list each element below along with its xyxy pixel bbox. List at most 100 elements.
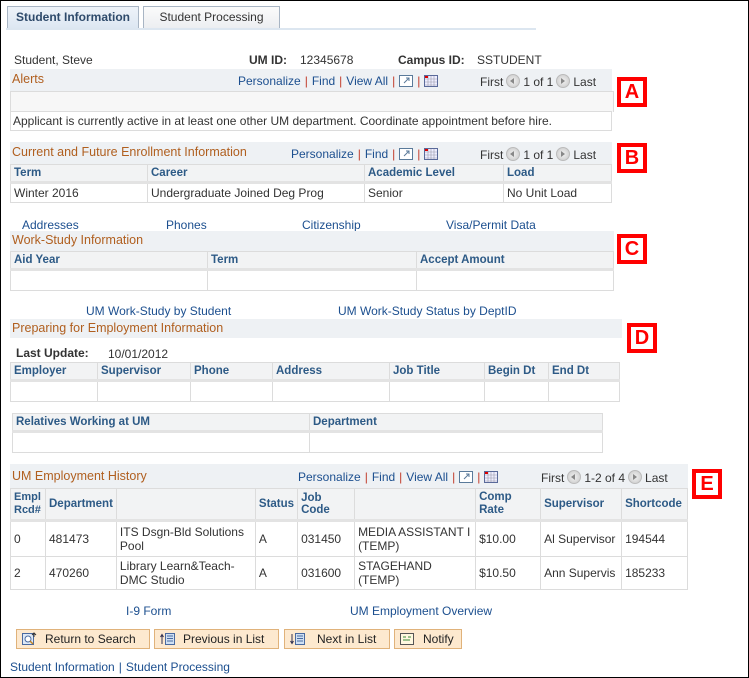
um-id-label: UM ID: — [249, 53, 287, 67]
previous-in-list-button[interactable]: Previous in List — [154, 629, 279, 649]
addresses-link[interactable]: Addresses — [22, 218, 79, 232]
next-row-icon[interactable] — [556, 147, 571, 161]
campus-id-label: Campus ID: — [398, 53, 465, 67]
cell-comp-rate: $10.00 — [475, 520, 542, 557]
um-id-value: 12345678 — [300, 53, 354, 67]
column-header: Term — [10, 164, 148, 184]
first-label: First — [480, 75, 504, 89]
personalize-link[interactable]: Personalize — [298, 470, 361, 484]
find-link[interactable]: Find — [372, 470, 395, 484]
alerts-empty-row — [10, 91, 614, 112]
column-header: Comp Rate — [475, 488, 542, 522]
table-row — [10, 380, 620, 402]
alerts-grid-toolbar: Personalize | Find | View All | | — [238, 74, 439, 90]
employment-history-table: Empl Rcd# Department Status Job Code Com… — [10, 488, 688, 590]
column-header: Shortcode — [621, 488, 688, 522]
column-header: Address — [272, 362, 390, 382]
last-label: Last — [573, 148, 597, 162]
personalize-link[interactable]: Personalize — [238, 74, 301, 88]
next-list-icon — [290, 632, 305, 646]
cell-status: A — [254, 556, 299, 590]
column-header: Phone — [190, 362, 273, 382]
empty-cell — [309, 431, 603, 453]
notify-icon — [400, 632, 415, 646]
um-employment-overview-link[interactable]: UM Employment Overview — [350, 604, 492, 618]
column-header: Department — [309, 413, 603, 433]
column-header: Aid Year — [10, 251, 208, 271]
column-header — [115, 488, 256, 522]
employment-history-grid-toolbar: Personalize | Find | View All | | — [298, 470, 499, 486]
enrollment-title: Current and Future Enrollment Informatio… — [12, 145, 247, 159]
column-header: Job Code — [297, 488, 356, 522]
column-header: Employer — [10, 362, 98, 382]
cell-comp-rate: $10.50 — [475, 556, 542, 590]
table-row: Winter 2016 Undergraduate Joined Deg Pro… — [10, 182, 612, 203]
visa-permit-data-link[interactable]: Visa/Permit Data — [446, 218, 536, 232]
personalize-link[interactable]: Personalize — [291, 147, 354, 161]
alert-message: Applicant is currently active in at leas… — [10, 111, 612, 131]
alerts-pager: First 1 of 1 Last — [480, 74, 596, 89]
download-spreadsheet-icon[interactable] — [484, 471, 499, 486]
citizenship-link[interactable]: Citizenship — [302, 218, 361, 232]
find-link[interactable]: Find — [312, 74, 335, 88]
employment-history-header: UM Employment History Personalize | Find | V… — [10, 464, 688, 488]
footer-student-information-link[interactable]: Student Information — [10, 660, 115, 674]
column-header: Load — [503, 164, 612, 184]
next-in-list-button[interactable]: Next in List — [284, 629, 390, 649]
empty-cell — [389, 380, 485, 402]
employment-history-title: UM Employment History — [12, 469, 147, 483]
cell-job-title: STAGEHAND (TEMP) — [354, 556, 477, 590]
tab-student-information[interactable]: Student Information — [7, 6, 139, 28]
tab-student-processing[interactable]: Student Processing — [143, 6, 280, 28]
cell-supervisor: Ann Supervis — [540, 556, 623, 590]
um-work-study-status-by-deptid-link[interactable]: UM Work-Study Status by DeptID — [338, 304, 517, 318]
zoom-grid-icon[interactable] — [399, 148, 414, 163]
enrollment-table: Term Career Academic Level Load Winter 2… — [10, 164, 612, 203]
view-all-link[interactable]: View All — [346, 74, 388, 88]
empty-cell — [272, 380, 390, 402]
column-header: Supervisor — [97, 362, 191, 382]
next-row-icon[interactable] — [556, 74, 571, 88]
cell-term: Winter 2016 — [10, 182, 148, 203]
cell-department: 470260 — [45, 556, 117, 590]
alerts-range: 1 of 1 — [523, 75, 554, 89]
um-work-study-by-student-link[interactable]: UM Work-Study by Student — [86, 304, 231, 318]
column-header: Supervisor — [540, 488, 623, 522]
zoom-grid-icon[interactable] — [459, 471, 474, 486]
previous-row-icon[interactable] — [506, 74, 521, 88]
phones-link[interactable]: Phones — [166, 218, 207, 232]
relatives-table: Relatives Working at UM Department — [12, 413, 603, 453]
view-all-link[interactable]: View All — [406, 470, 448, 484]
notify-label: Notify — [423, 632, 454, 646]
previous-row-icon[interactable] — [506, 147, 521, 161]
work-study-title: Work-Study Information — [12, 233, 144, 247]
enrollment-grid-toolbar: Personalize | Find | | — [291, 147, 439, 163]
marker-c: C — [617, 234, 647, 264]
column-header: Term — [207, 251, 417, 271]
download-spreadsheet-icon[interactable] — [424, 75, 439, 90]
previous-row-icon[interactable] — [567, 470, 582, 484]
marker-d: D — [627, 323, 657, 353]
download-spreadsheet-icon[interactable] — [424, 148, 439, 163]
empty-cell — [207, 269, 417, 291]
cell-department-name: ITS Dsgn-Bld Solutions Pool — [115, 520, 256, 557]
previous-in-list-label: Previous in List — [183, 632, 265, 646]
footer-student-processing-link[interactable]: Student Processing — [126, 660, 230, 674]
column-header: Begin Dt — [484, 362, 549, 382]
next-in-list-label: Next in List — [317, 632, 377, 646]
cell-supervisor: Al Supervisor — [540, 520, 623, 557]
table-row — [10, 269, 614, 291]
alerts-header: Alerts Personalize | Find | View All | | First… — [10, 69, 612, 91]
enrollment-range: 1 of 1 — [523, 148, 554, 162]
column-header: Department — [45, 488, 117, 522]
return-to-search-button[interactable]: Return to Search — [16, 629, 150, 649]
notify-button[interactable]: Notify — [394, 629, 462, 649]
employment-history-range: 1-2 of 4 — [584, 471, 626, 485]
table-row: 0 481473 ITS Dsgn-Bld Solutions Pool A 0… — [10, 520, 688, 557]
find-link[interactable]: Find — [365, 147, 388, 161]
cell-job-code: 031600 — [297, 556, 356, 590]
next-row-icon[interactable] — [628, 470, 643, 484]
enrollment-pager: First 1 of 1 Last — [480, 147, 596, 162]
zoom-grid-icon[interactable] — [399, 75, 414, 90]
i9-form-link[interactable]: I-9 Form — [126, 604, 171, 618]
